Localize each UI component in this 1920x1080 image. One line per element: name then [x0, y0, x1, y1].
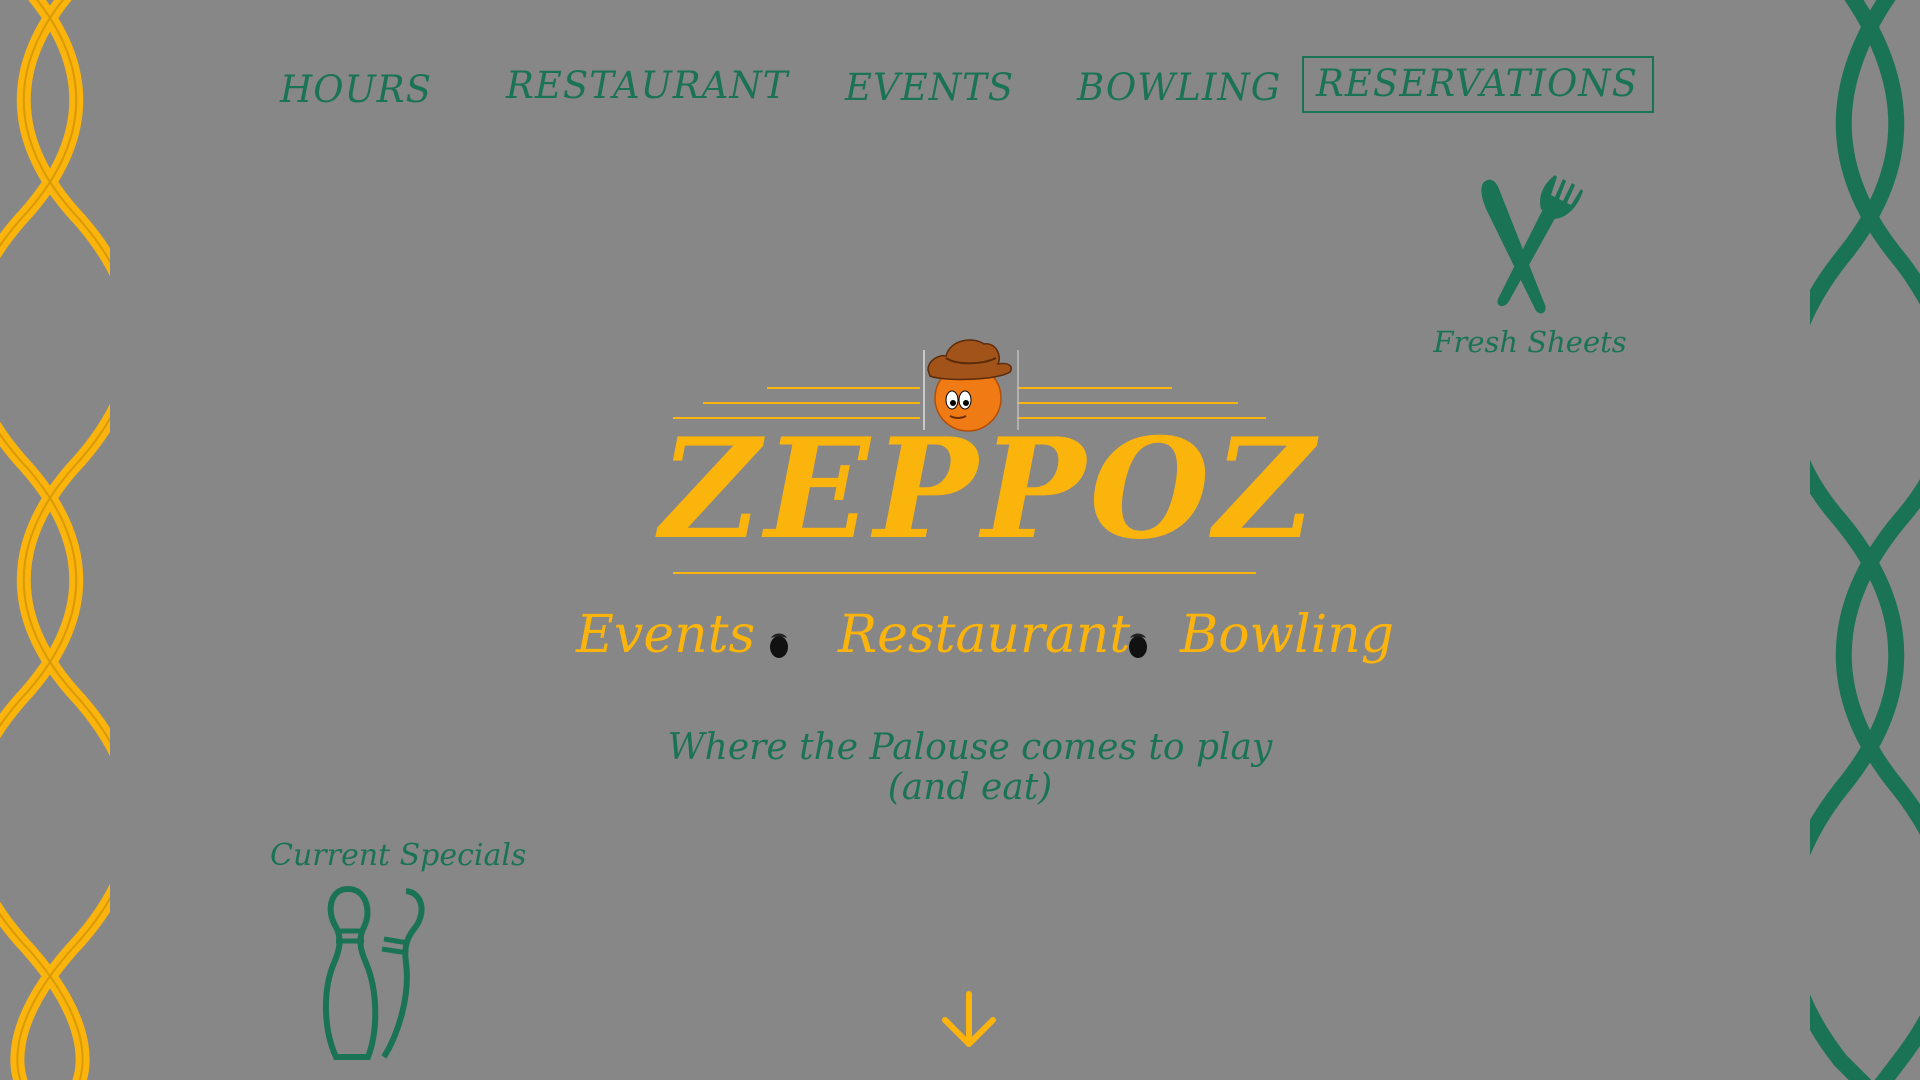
- current-specials-label: Current Specials: [270, 838, 527, 873]
- tagline-line1: Where the Palouse comes to play: [667, 727, 1273, 768]
- nav-reservations-button[interactable]: RESERVATIONS: [1302, 56, 1655, 113]
- nav-events[interactable]: EVENTS: [845, 66, 1014, 109]
- right-rope-decoration: [1810, 0, 1920, 1080]
- subtitle-row: Events Restaurant Bowling: [560, 605, 1394, 675]
- left-rope-decoration: [0, 0, 110, 1080]
- tagline-line2: (and eat): [887, 767, 1053, 808]
- current-specials-link[interactable]: Current Specials: [270, 838, 527, 1061]
- logo-wordmark: ZEPPOZ: [660, 407, 1319, 570]
- fork-knife-icon: [1481, 175, 1583, 314]
- zeppoz-logo: ZEPPOZ: [660, 320, 1319, 580]
- subtitle-events: Events: [576, 605, 756, 665]
- arrow-down-icon[interactable]: [939, 990, 999, 1050]
- subtitle-bowling: Bowling: [1180, 605, 1395, 665]
- tagline: Where the Palouse comes to play (and eat…: [660, 728, 1280, 808]
- bowling-ball-separator-icon: [770, 633, 788, 658]
- nav-hours[interactable]: HOURS: [280, 68, 432, 111]
- fresh-sheets-link[interactable]: Fresh Sheets: [1430, 175, 1630, 359]
- subtitle-restaurant: Restaurant: [838, 605, 1131, 665]
- nav-restaurant[interactable]: RESTAURANT: [506, 64, 788, 107]
- bowling-ball-separator-icon: [1129, 633, 1147, 658]
- bowling-pins-icon: [323, 885, 425, 1060]
- main-nav: HOURS RESTAURANT EVENTS BOWLING RESERVAT…: [0, 0, 1920, 130]
- nav-bowling[interactable]: BOWLING: [1077, 66, 1281, 109]
- fresh-sheets-label: Fresh Sheets: [1433, 325, 1627, 359]
